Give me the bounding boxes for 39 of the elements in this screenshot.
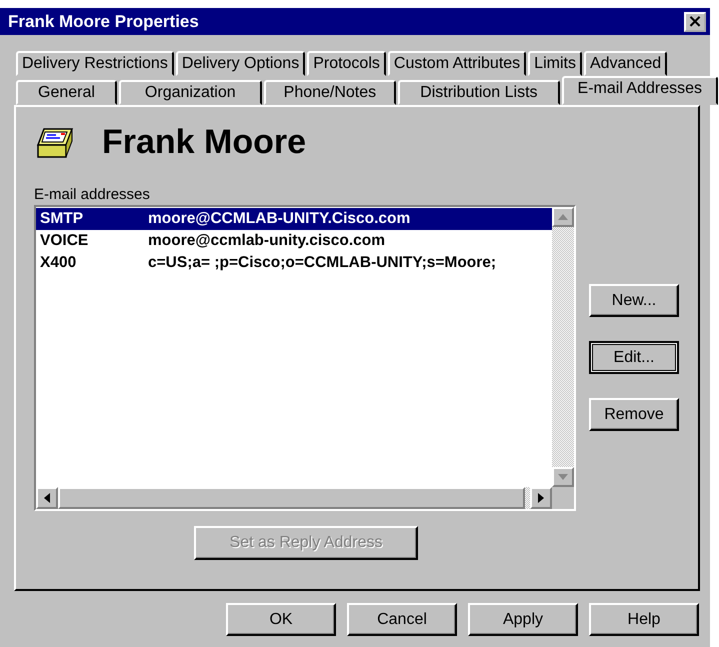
tab[interactable]: General: [16, 80, 117, 105]
right-arrow-icon: [538, 493, 544, 503]
scroll-track[interactable]: [525, 487, 530, 509]
left-arrow-icon: [44, 493, 50, 503]
address-type: SMTP: [40, 210, 84, 228]
address-list[interactable]: SMTP moore@CCMLAB-UNITY.Cisco.com VOICE moore@ccmlab-unity.cisco.com X400 c=US;a= ;p=Cisco;o=CCMLAB-UNITY;s=Moore;: [34, 205, 576, 511]
tab[interactable]: Custom Attributes: [388, 51, 526, 76]
tab[interactable]: E-mail Addresses: [562, 76, 718, 105]
dialog-button[interactable]: Help: [589, 603, 699, 636]
down-arrow-icon: [558, 474, 568, 480]
address-row[interactable]: VOICE moore@ccmlab-unity.cisco.com: [36, 230, 552, 252]
dialog-button[interactable]: OK: [226, 603, 336, 636]
list-label: E-mail addresses: [34, 186, 151, 203]
close-button[interactable]: ×: [684, 12, 706, 32]
address-row[interactable]: X400 c=US;a= ;p=Cisco;o=CCMLAB-UNITY;s=Moore;: [36, 252, 552, 274]
tab[interactable]: Phone/Notes: [264, 80, 396, 105]
address-row[interactable]: SMTP moore@CCMLAB-UNITY.Cisco.com: [36, 208, 552, 230]
action-button[interactable]: Edit...: [589, 341, 679, 374]
dialog-button[interactable]: Cancel: [347, 603, 457, 636]
tab[interactable]: Delivery Restrictions: [16, 51, 174, 76]
tab[interactable]: Protocols: [307, 51, 386, 76]
address-value: c=US;a= ;p=Cisco;o=CCMLAB-UNITY;s=Moore;: [148, 254, 496, 272]
inbox-tray-icon: [36, 126, 74, 158]
vertical-scrollbar[interactable]: [552, 207, 574, 487]
tab[interactable]: Advanced: [584, 51, 668, 76]
tab[interactable]: Limits: [528, 51, 582, 76]
action-button[interactable]: Remove: [589, 398, 679, 431]
address-type: X400: [40, 254, 78, 272]
tab[interactable]: Distribution Lists: [398, 80, 560, 105]
tab[interactable]: Organization: [118, 80, 262, 105]
action-button[interactable]: New...: [589, 284, 679, 317]
tab[interactable]: Delivery Options: [176, 51, 306, 76]
address-value: moore@ccmlab-unity.cisco.com: [148, 232, 386, 250]
address-type: VOICE: [40, 232, 90, 250]
up-arrow-icon: [558, 214, 568, 220]
address-value: moore@CCMLAB-UNITY.Cisco.com: [148, 210, 410, 228]
user-name: Frank Moore: [102, 123, 306, 162]
dialog-button[interactable]: Apply: [468, 603, 578, 636]
window-title: Frank Moore Properties: [8, 12, 199, 32]
